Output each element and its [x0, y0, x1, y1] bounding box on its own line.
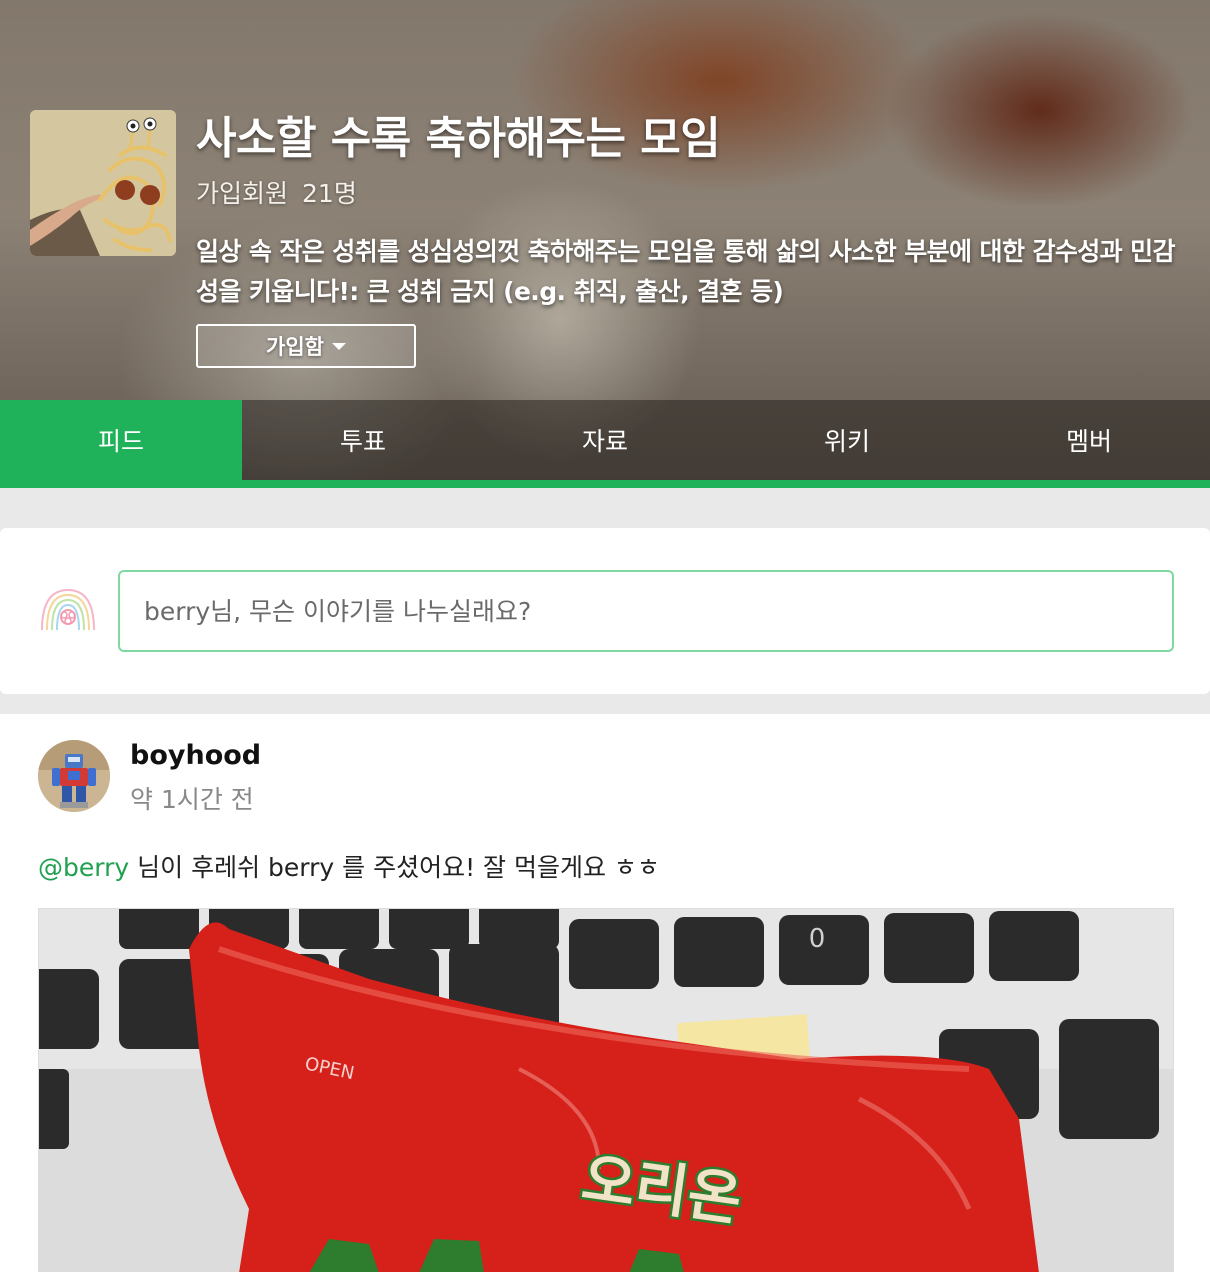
group-description: 일상 속 작은 성취를 성심성의껏 축하해주는 모임을 통해 삶의 사소한 부분…	[196, 237, 1176, 306]
joined-label: 가입함	[266, 335, 324, 359]
member-number: 21명	[302, 179, 357, 208]
tab-poll[interactable]: 투표	[242, 400, 484, 480]
tab-wiki[interactable]: 위키	[726, 400, 968, 480]
joined-dropdown-button[interactable]: 가입함	[196, 324, 416, 368]
member-count[interactable]: 가입회원 21명	[196, 174, 357, 210]
tab-files[interactable]: 자료	[484, 400, 726, 480]
group-tabs: 피드 투표 자료 위키 멤버	[0, 400, 1210, 480]
mention-link[interactable]: @berry	[38, 853, 129, 882]
post-photo[interactable]: 0 OPEN 오리온	[38, 908, 1174, 1272]
caret-down-icon	[331, 342, 346, 350]
keyboard-key-zero: 0	[809, 924, 826, 954]
author-avatar[interactable]	[38, 740, 110, 812]
tab-members[interactable]: 멤버	[968, 400, 1210, 480]
post-body-text: 님이 후레쉬 berry 를 주셨어요! 잘 먹을게요 ㅎㅎ	[129, 853, 660, 882]
member-label: 가입회원	[196, 179, 289, 208]
tab-feed[interactable]: 피드	[0, 400, 242, 480]
group-title: 사소할 수록 축하해주는 모임	[196, 113, 721, 164]
group-thumbnail	[30, 110, 176, 256]
post-body: @berry 님이 후레쉬 berry 를 주셨어요! 잘 먹을게요 ㅎㅎ	[38, 848, 660, 884]
compose-input[interactable]	[118, 570, 1174, 652]
tabs-underline	[0, 480, 1210, 488]
my-avatar[interactable]	[38, 584, 98, 634]
author-name[interactable]: boyhood	[130, 740, 261, 771]
post-timestamp[interactable]: 약 1시간 전	[130, 780, 254, 816]
